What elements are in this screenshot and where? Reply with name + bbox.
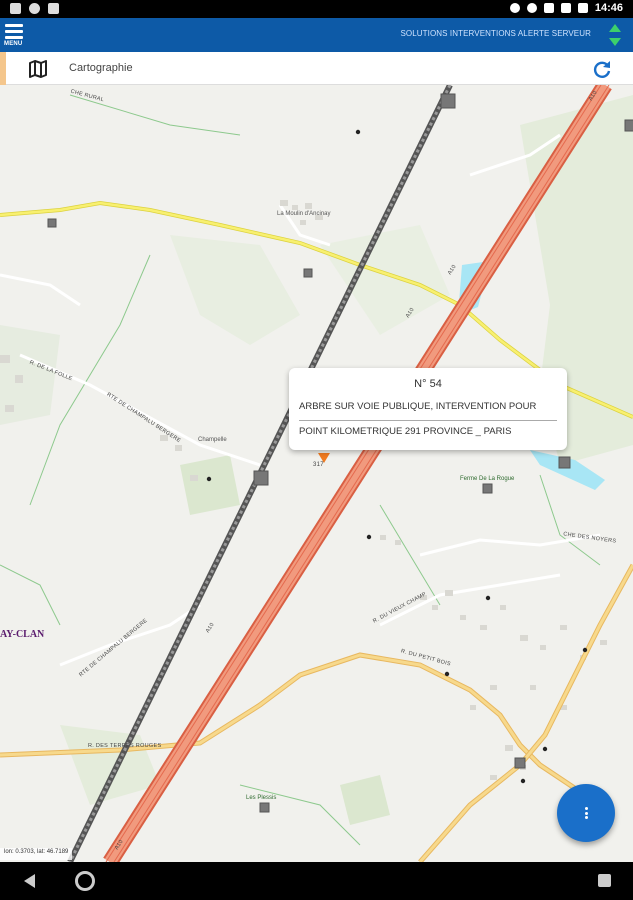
app-bar: MENU SOLUTIONS INTERVENTIONS ALERTE SERV… [0, 18, 633, 52]
locality-label: La Moulin d'Ancinay [277, 211, 331, 217]
path [0, 564, 61, 626]
road-label: R. DES TERRES ROUGES [88, 743, 162, 749]
hamburger-icon-bar [5, 30, 23, 33]
clock: 14:46 [594, 2, 623, 14]
server-status-text: SOLUTIONS INTERVENTIONS ALERTE SERVEUR [400, 29, 591, 38]
image-notification-icon [10, 3, 21, 14]
refresh-icon[interactable] [591, 58, 613, 80]
popup-divider [299, 420, 557, 421]
status-bar: 14:46 [0, 0, 633, 18]
square-notification-icon [48, 3, 59, 14]
locality-label: Ferme De La Rogue [460, 476, 515, 482]
recents-icon[interactable] [598, 874, 611, 887]
notification-icons [10, 3, 59, 14]
signal-icon [560, 3, 571, 13]
grass-area [340, 775, 390, 825]
more-vert-icon [585, 807, 588, 819]
highway-a10-lane [105, 85, 602, 862]
system-icons: 14:46 [509, 2, 623, 14]
minor-road [0, 273, 81, 307]
locality-label: Champelle [198, 437, 227, 443]
more-actions-button[interactable] [557, 784, 615, 842]
sync-arrows-icon[interactable] [607, 23, 623, 47]
grass-area [320, 225, 450, 335]
path [239, 784, 361, 846]
menu-label: MENU [4, 41, 23, 47]
toolbar-accent [0, 52, 6, 85]
incident-number: N° 54 [414, 378, 442, 390]
circle-notification-icon [29, 3, 40, 14]
incident-description: ARBRE SUR VOIE PUBLIQUE, INTERVENTION PO… [299, 401, 537, 412]
hamburger-icon [5, 24, 23, 27]
locality-label: Les Plessis [246, 795, 277, 801]
location-icon [509, 3, 520, 13]
path [539, 474, 601, 566]
home-icon[interactable] [75, 871, 95, 891]
grass-area [180, 455, 240, 515]
map-view[interactable]: La Moulin d'Ancinay Champelle Ferme De L… [0, 85, 633, 862]
dnd-icon [526, 3, 537, 13]
incident-location: POINT KILOMETRIQUE 291 PROVINCE _ PARIS [299, 426, 512, 437]
map-coordinates: lon: 0.3703, lat: 46.7189 [0, 848, 73, 860]
map-icon[interactable] [28, 59, 48, 79]
page-title: Cartographie [69, 62, 133, 74]
km-marker-label: 317 [313, 462, 324, 468]
incident-popup[interactable]: N° 54 ARBRE SUR VOIE PUBLIQUE, INTERVENT… [289, 368, 567, 450]
screen: 14:46 MENU SOLUTIONS INTERVENTIONS ALERT… [0, 0, 633, 900]
wifi-icon [543, 3, 554, 13]
place-name: AY-CLAN [0, 629, 45, 640]
grass-area [170, 235, 300, 345]
navigation-bar [0, 862, 633, 900]
path [379, 504, 441, 606]
battery-icon [577, 3, 588, 13]
buildings [0, 200, 607, 780]
hamburger-icon-bar [5, 36, 23, 39]
back-icon[interactable] [24, 874, 35, 888]
toolbar: Cartographie [0, 52, 633, 85]
menu-button[interactable]: MENU [4, 21, 26, 49]
